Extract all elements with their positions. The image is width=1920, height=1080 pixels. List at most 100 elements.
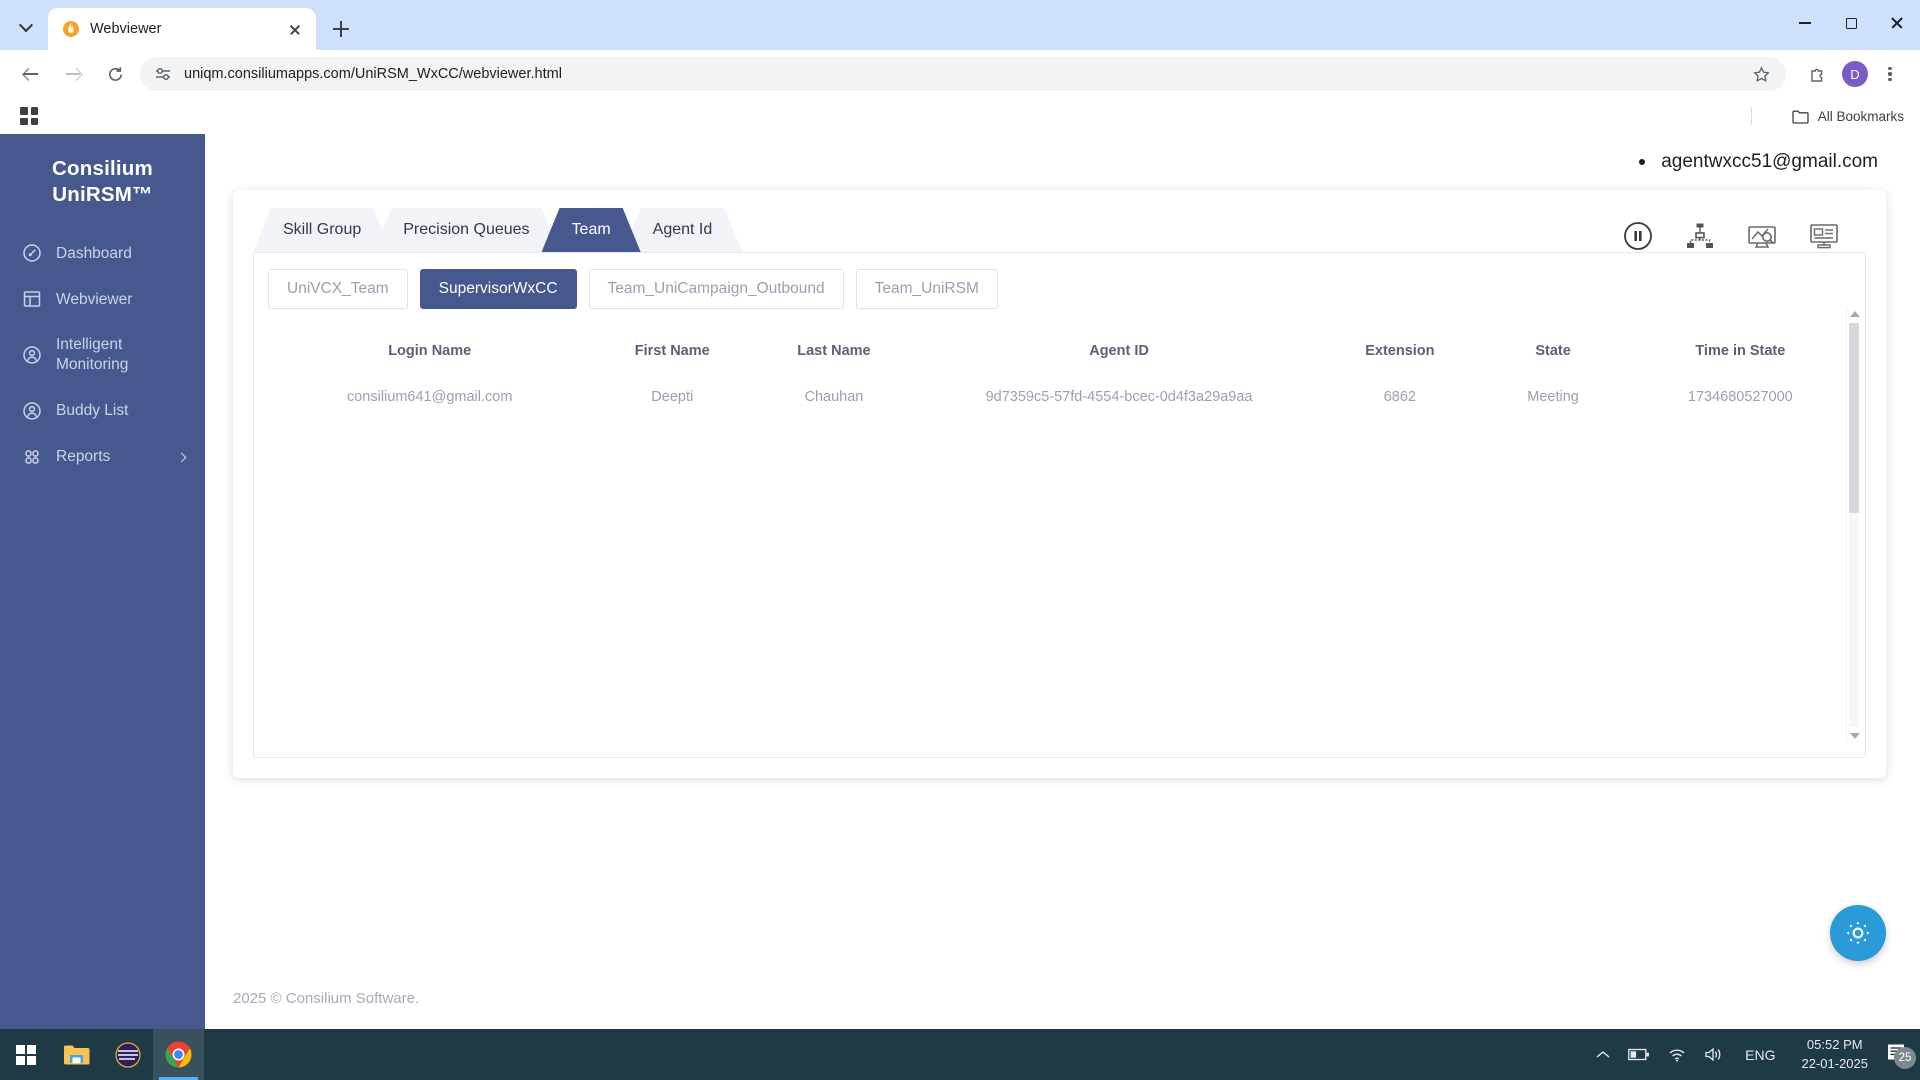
tab-strip: Webviewer (0, 0, 1920, 50)
column-header-time-in-state: Time in State (1695, 343, 1786, 359)
settings-fab-button[interactable] (1830, 905, 1886, 961)
user-circle-icon (22, 345, 42, 365)
volume-button[interactable] (1695, 1047, 1733, 1062)
sidebar: Consilium UniRSM™ Dashboard Webviewer In… (0, 134, 205, 1029)
eclipse-icon (114, 1041, 141, 1068)
kebab-menu-icon (1881, 65, 1899, 83)
pause-circle-icon[interactable] (1622, 220, 1654, 252)
tab-team[interactable]: Team (542, 208, 641, 252)
close-icon (1890, 16, 1904, 30)
taskbar-apps (0, 1029, 204, 1080)
sidebar-item-dashboard[interactable]: Dashboard (0, 230, 205, 276)
brand-line-2: UniRSM™ (52, 183, 153, 207)
cell-agent-id: 9d7359c5-57fd-4554-bcec-0d4f3a29a9aa (985, 389, 1253, 405)
status-dot (1639, 159, 1646, 165)
main-content: agentwxcc51@gmail.com Skill Group Precis… (205, 134, 1920, 1029)
chip-univcx-team[interactable]: UniVCX_Team (268, 269, 408, 309)
browser-menu-button[interactable] (1874, 58, 1906, 90)
site-settings-icon[interactable] (154, 65, 172, 83)
table-row[interactable]: consilium641@gmail.com Deepti Chauhan 9d… (268, 381, 1851, 413)
panel-tabs: Skill Group Precision Queues Team Agent … (253, 204, 1866, 252)
reload-icon (108, 66, 122, 81)
clock[interactable]: 05:52 PM 22-01-2025 (1788, 1036, 1883, 1074)
sidebar-item-reports[interactable]: Reports (0, 434, 205, 480)
maximize-icon (1845, 17, 1857, 29)
wifi-icon (1669, 1048, 1685, 1062)
back-button[interactable] (14, 57, 48, 91)
tab-precision-queues[interactable]: Precision Queues (373, 208, 559, 252)
chip-team-unirsm[interactable]: Team_UniRSM (855, 269, 998, 309)
eclipse-button[interactable] (102, 1029, 153, 1080)
team-panel: UniVCX_Team SupervisorWxCC Team_UniCampa… (253, 252, 1866, 758)
maximize-button[interactable] (1828, 0, 1874, 46)
file-explorer-button[interactable] (51, 1029, 102, 1080)
sidebar-item-label: Reports (56, 448, 111, 466)
chrome-button[interactable] (153, 1029, 204, 1080)
close-window-button[interactable] (1874, 0, 1920, 46)
wifi-button[interactable] (1659, 1048, 1695, 1062)
column-header-agent-id: Agent ID (1089, 343, 1149, 359)
cell-extension: 6862 (1383, 389, 1416, 405)
tab-label: Team (571, 221, 611, 238)
battery-button[interactable] (1619, 1048, 1659, 1061)
address-bar[interactable]: uniqm.consiliumapps.com/UniRSM_WxCC/webv… (140, 57, 1786, 91)
windows-start-icon (15, 1044, 36, 1065)
notifications-button[interactable]: 25 (1882, 1042, 1920, 1069)
all-bookmarks-button[interactable]: All Bookmarks (1792, 109, 1904, 124)
flame-icon (62, 20, 80, 38)
tab-label: Agent Id (652, 221, 713, 238)
reload-button[interactable] (98, 57, 132, 91)
folder-icon (1792, 110, 1809, 124)
user-circle-icon (22, 401, 42, 421)
language-indicator[interactable]: ENG (1733, 1047, 1787, 1063)
presentation-screen-icon[interactable] (1808, 220, 1840, 252)
minimize-button[interactable] (1782, 0, 1828, 46)
show-hidden-icons-button[interactable] (1587, 1050, 1619, 1060)
agents-table: Login Name First Name Last Name Agent ID… (268, 335, 1851, 413)
tab-skill-group[interactable]: Skill Group (253, 208, 391, 252)
chip-team-unicampaign-outbound[interactable]: Team_UniCampaign_Outbound (588, 269, 844, 309)
profile-avatar[interactable]: D (1842, 61, 1868, 87)
sidebar-item-intelligent-monitoring[interactable]: Intelligent Monitoring (0, 322, 205, 388)
browser-toolbar: uniqm.consiliumapps.com/UniRSM_WxCC/webv… (0, 50, 1920, 98)
layout-icon (22, 289, 42, 309)
monitor-analytics-icon[interactable] (1746, 220, 1778, 252)
browser-tab[interactable]: Webviewer (48, 8, 316, 50)
cell-time-in-state: 1734680527000 (1687, 389, 1793, 405)
table-header-row: Login Name First Name Last Name Agent ID… (268, 335, 1851, 381)
tab-agent-id[interactable]: Agent Id (623, 208, 743, 252)
apps-grid-icon[interactable] (20, 107, 38, 125)
column-header-last-name: Last Name (797, 343, 871, 359)
sidebar-item-webviewer[interactable]: Webviewer (0, 276, 205, 322)
browser-window: Webviewer uniqm.consiliumapps.com/UniRSM… (0, 0, 1920, 1029)
arrow-left-icon (23, 66, 39, 82)
windows-start-button[interactable] (0, 1029, 51, 1080)
bookmark-star-icon[interactable] (1748, 61, 1774, 87)
url-text: uniqm.consiliumapps.com/UniRSM_WxCC/webv… (184, 66, 562, 82)
table-vertical-scrollbar[interactable] (1846, 307, 1860, 743)
chip-supervisorwxcc[interactable]: SupervisorWxCC (419, 269, 577, 309)
team-filter-chips: UniVCX_Team SupervisorWxCC Team_UniCampa… (268, 269, 1851, 309)
extensions-button[interactable] (1802, 58, 1834, 90)
scroll-down-arrow-icon[interactable] (1849, 733, 1860, 739)
divider (1751, 107, 1752, 125)
cell-login-name: consilium641@gmail.com (346, 389, 513, 405)
app-page: Consilium UniRSM™ Dashboard Webviewer In… (0, 134, 1920, 1029)
new-tab-button[interactable] (324, 12, 358, 46)
chevron-down-icon (18, 18, 34, 33)
tab-title: Webviewer (90, 21, 162, 37)
sidebar-item-buddy-list[interactable]: Buddy List (0, 388, 205, 434)
org-hierarchy-icon[interactable] (1684, 220, 1716, 252)
puzzle-icon (1810, 68, 1822, 82)
sidebar-item-label: Dashboard (56, 244, 132, 262)
sidebar-item-label: Intelligent Monitoring (56, 336, 129, 374)
cell-last-name: Chauhan (804, 389, 864, 405)
tab-search-button[interactable] (8, 11, 44, 45)
close-icon[interactable] (284, 18, 306, 40)
column-header-first-name: First Name (634, 343, 710, 359)
scroll-up-arrow-icon[interactable] (1849, 311, 1860, 317)
forward-button[interactable] (56, 57, 90, 91)
sidebar-nav: Dashboard Webviewer Intelligent Monitori… (0, 230, 205, 480)
brand-title: Consilium UniRSM™ (0, 156, 205, 208)
scrollbar-thumb[interactable] (1849, 323, 1859, 513)
